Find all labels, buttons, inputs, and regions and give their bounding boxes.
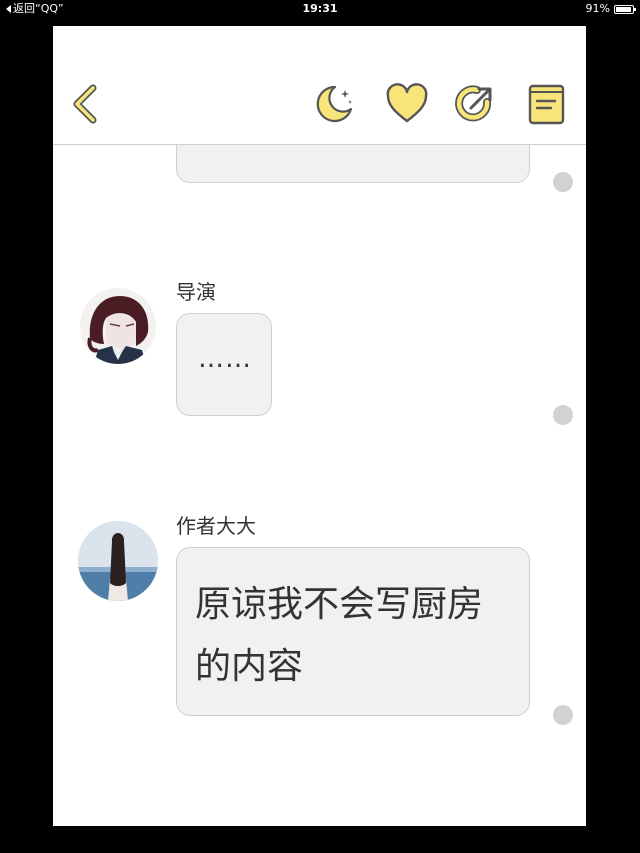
message-text-director: …… (198, 344, 252, 374)
read-status-dot (553, 405, 573, 425)
read-status-dot (553, 172, 573, 192)
top-toolbar (53, 26, 586, 145)
avatar-director-image (80, 288, 156, 364)
message-text-author-line2: 的内容 (195, 646, 304, 687)
heart-icon (386, 83, 428, 123)
book-icon (528, 84, 565, 125)
back-chevron-icon (73, 84, 97, 124)
share-icon (455, 85, 492, 122)
status-battery-group: 91% (585, 0, 636, 18)
sender-name-director: 导演 (176, 280, 216, 304)
battery-percent: 91% (585, 2, 610, 15)
status-bar: 返回“QQ” 19:31 91% (0, 0, 640, 18)
message-text-author: 原谅我不会写厨房 的内容 (195, 574, 483, 698)
night-mode-button[interactable] (311, 82, 355, 126)
battery-icon (614, 4, 636, 14)
avatar-author[interactable] (78, 521, 158, 601)
message-text-author-line1: 原谅我不会写厨房 (195, 584, 484, 625)
like-button[interactable] (385, 82, 429, 126)
status-time: 19:31 (302, 2, 338, 15)
chat-screen: 导演 …… 作者大大 原谅我不会写厨房 的内容 (53, 26, 586, 826)
moon-icon (316, 85, 353, 123)
message-bubble-director: …… (176, 313, 272, 416)
avatar-author-image (78, 521, 158, 601)
share-button[interactable] (453, 82, 497, 126)
avatar-director[interactable] (80, 288, 156, 364)
message-bubble-author: 原谅我不会写厨房 的内容 (176, 547, 530, 716)
sender-name-author: 作者大大 (176, 514, 256, 538)
catalog-button[interactable] (525, 82, 569, 126)
read-status-dot (553, 705, 573, 725)
back-button[interactable] (65, 82, 109, 126)
